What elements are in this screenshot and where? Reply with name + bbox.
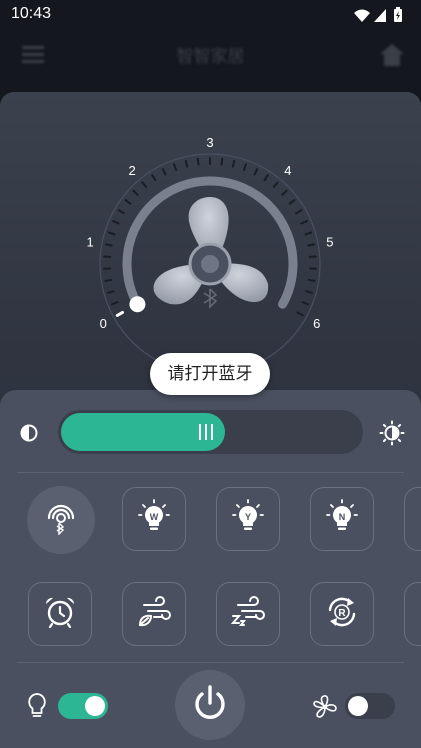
fan-toggle[interactable] — [345, 693, 395, 719]
dial-tick — [110, 301, 119, 306]
dial-tick — [307, 243, 316, 247]
dial-tick — [132, 189, 139, 196]
fan-icon — [153, 197, 269, 305]
brightness-low-icon — [19, 423, 39, 447]
dial-knob — [129, 296, 146, 313]
dial-tick — [305, 290, 314, 294]
timer-button[interactable] — [28, 582, 92, 646]
bluetooth-small-icon — [203, 288, 218, 309]
light-toggle-knob — [85, 696, 105, 716]
alarm-clock-icon — [43, 595, 77, 633]
app-title: 智智家居 — [176, 47, 245, 67]
dial-tick — [141, 181, 148, 189]
home-icon[interactable] — [378, 42, 406, 72]
more-button-partial-2[interactable] — [404, 582, 421, 646]
dial-tick — [295, 209, 303, 215]
divider — [17, 472, 404, 473]
dial-tick — [242, 163, 247, 171]
dial-tick — [304, 231, 313, 236]
dial-tick — [196, 157, 200, 166]
app-bar: 智智家居 — [0, 30, 421, 80]
dial-tick — [272, 181, 279, 189]
controls-panel: W Y N R — [0, 390, 421, 748]
status-icons — [351, 6, 411, 28]
fan-outline-icon — [312, 694, 338, 724]
dial-tick-label: 1 — [86, 234, 93, 249]
dial-tick — [301, 301, 310, 306]
dial-tick — [151, 174, 157, 182]
fan-toggle-knob — [348, 696, 368, 716]
sleep-wind-button[interactable] — [216, 582, 280, 646]
bulb-n-icon: N — [326, 499, 358, 539]
brightness-high-icon — [379, 420, 405, 450]
bulb-outline-icon — [27, 692, 47, 724]
speed-dial[interactable]: 0 1 2 3 4 5 6 — [0, 92, 421, 392]
light-toggle[interactable] — [58, 693, 108, 719]
dial-tick — [288, 199, 296, 205]
dial-tick — [231, 159, 236, 168]
power-button[interactable] — [175, 670, 245, 740]
svg-text:W: W — [150, 512, 159, 522]
dial-tick-label: 0 — [100, 316, 107, 331]
svg-text:N: N — [339, 512, 346, 522]
dial-tick-label: 3 — [206, 135, 213, 150]
dial-tick — [173, 163, 178, 171]
dial-tick — [104, 243, 113, 247]
dial-tick-label: 2 — [129, 163, 136, 178]
status-time: 10:43 — [11, 5, 52, 22]
dial-tick — [124, 199, 132, 205]
dial-tick — [104, 278, 113, 282]
bulb-y-icon: Y — [232, 499, 264, 539]
dial-tick-label: 5 — [326, 234, 333, 249]
dial-tick — [184, 159, 189, 168]
brightness-slider-handle[interactable] — [196, 423, 216, 441]
neutral-light-button[interactable]: N — [310, 487, 374, 551]
dial-tick — [281, 189, 288, 196]
brightness-slider[interactable] — [58, 410, 363, 454]
divider-2 — [17, 662, 404, 663]
bluetooth-toast: 请打开蓝牙 — [150, 353, 270, 395]
dial-tick — [117, 209, 125, 215]
signal-icon — [374, 9, 386, 22]
wind-leaf-icon — [136, 595, 172, 633]
dial-tick-label: 6 — [313, 316, 320, 331]
dial-tick — [112, 220, 120, 225]
reverse-button[interactable]: R — [310, 582, 374, 646]
bluetooth-button[interactable] — [27, 486, 95, 554]
svg-text:Y: Y — [245, 512, 251, 522]
warm-light-button[interactable]: W — [122, 487, 186, 551]
more-button-partial[interactable] — [404, 487, 421, 551]
natural-wind-button[interactable] — [122, 582, 186, 646]
dial-tick — [300, 220, 308, 225]
power-icon — [190, 683, 230, 727]
status-bar: 10:43 — [0, 0, 421, 30]
dial-tick-label: 4 — [284, 163, 291, 178]
svg-text:R: R — [338, 608, 346, 619]
wifi-icon — [354, 9, 370, 22]
bulb-w-icon: W — [138, 499, 170, 539]
dial-tick — [307, 278, 316, 282]
wind-sleep-icon — [230, 595, 266, 633]
reverse-r-icon: R — [324, 594, 360, 634]
dial-tick — [106, 290, 115, 294]
battery-icon — [394, 7, 402, 22]
dial-tick — [263, 174, 269, 182]
dial-tick — [161, 168, 167, 176]
dial-tick — [296, 311, 304, 317]
dial-tick — [107, 231, 116, 236]
dial-tick — [115, 310, 125, 317]
dial-tick — [253, 168, 259, 176]
dial-tick — [220, 157, 224, 166]
yellow-light-button[interactable]: Y — [216, 487, 280, 551]
bluetooth-icon — [44, 501, 78, 539]
